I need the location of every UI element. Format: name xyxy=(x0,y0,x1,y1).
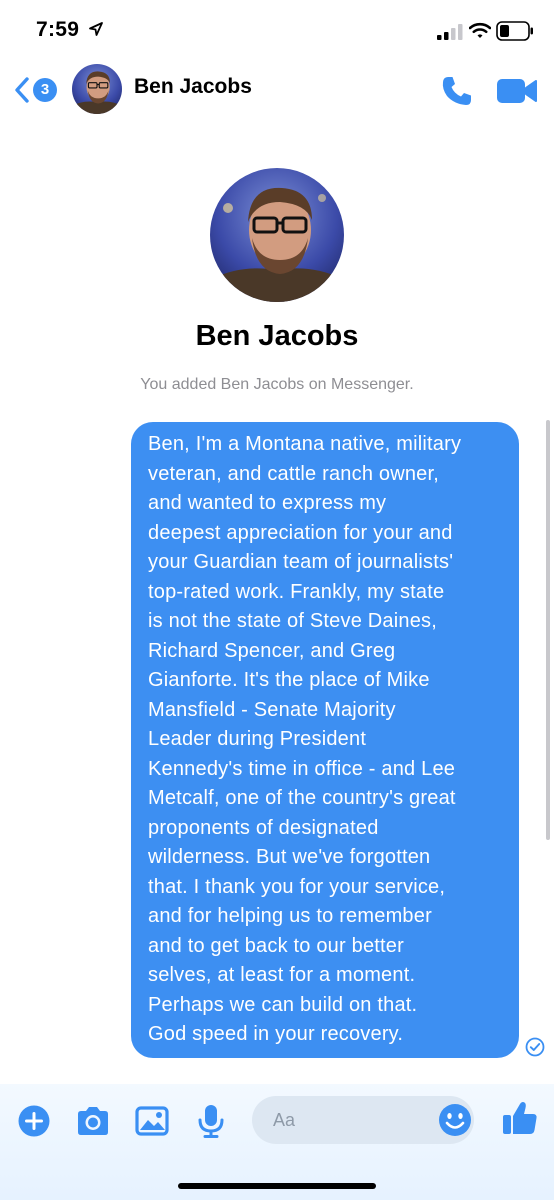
message-text-line: Mansfield - Senate Majority xyxy=(148,698,396,721)
message-text-line: God speed in your recovery. xyxy=(148,1023,404,1045)
avatar-photo xyxy=(210,168,344,302)
back-button[interactable]: 3 xyxy=(14,74,60,106)
like-button[interactable] xyxy=(502,1100,538,1136)
message-text-line: is not the state of Steve Daines, xyxy=(148,610,437,632)
added-on-messenger-note: You added Ben Jacobs on Messenger. xyxy=(140,376,414,393)
emoji-icon xyxy=(439,1104,471,1136)
outgoing-message-bubble[interactable]: Ben, I'm a Montana native, military veter… xyxy=(131,422,519,1058)
phone-icon xyxy=(442,77,471,105)
sent-check-icon xyxy=(525,1037,545,1057)
contact-avatar[interactable] xyxy=(72,64,122,114)
message-text-line: that. I thank you for your service, xyxy=(148,875,446,898)
message-text-line: deepest appreciation for your and xyxy=(148,521,453,544)
thumbs-up-icon xyxy=(503,1102,537,1134)
microphone-icon xyxy=(198,1105,224,1138)
plus-icon xyxy=(18,1105,50,1137)
message-text-line: and for helping us to remember xyxy=(148,905,432,927)
gallery-button[interactable] xyxy=(134,1104,170,1138)
message-text-line: and wanted to express my xyxy=(148,492,387,514)
conversation-header: 3 Ben Jacobs xyxy=(0,60,554,120)
message-text-line: Richard Spencer, and Greg xyxy=(148,639,396,662)
message-text-line: veteran, and cattle ranch owner, xyxy=(148,462,440,485)
more-actions-button[interactable] xyxy=(17,1104,53,1138)
avatar-photo xyxy=(72,64,122,114)
message-text-line: top-rated work. Frankly, my state xyxy=(148,580,445,603)
message-text-line: Perhaps we can build on that. xyxy=(148,993,418,1016)
message-text-line: Kennedy's time in office - and Lee xyxy=(148,757,456,780)
message-text-line: proponents of designated xyxy=(148,816,379,839)
message-text-line: Metcalf, one of the country's great xyxy=(148,787,456,809)
gallery-icon xyxy=(135,1106,169,1136)
home-indicator[interactable] xyxy=(178,1183,376,1189)
camera-icon xyxy=(78,1107,108,1135)
message-text-line: and to get back to our better xyxy=(148,934,404,957)
back-chevron-icon xyxy=(15,77,29,103)
scrollbar[interactable] xyxy=(546,420,550,840)
voice-message-button[interactable] xyxy=(193,1104,229,1138)
emoji-button[interactable] xyxy=(438,1103,472,1137)
battery-icon xyxy=(496,21,533,41)
wifi-icon xyxy=(469,22,491,38)
cellular-signal-icon xyxy=(437,24,463,40)
message-text-line: Ben, I'm a Montana native, military xyxy=(148,433,462,455)
contact-name[interactable]: Ben Jacobs xyxy=(134,75,252,99)
message-text-line: Leader during President xyxy=(148,728,367,750)
profile-name: Ben Jacobs xyxy=(195,320,359,352)
location-arrow-icon xyxy=(89,22,103,36)
profile-avatar[interactable] xyxy=(210,168,344,302)
message-text-line: your Guardian team of journalists' xyxy=(148,551,454,573)
message-text-line: Gianforte. It's the place of Mike xyxy=(148,669,430,691)
message-text-line: selves, at least for a moment. xyxy=(148,964,416,986)
video-camera-icon xyxy=(497,79,537,103)
video-call-button[interactable] xyxy=(496,76,538,106)
status-time: 7:59 xyxy=(36,18,80,41)
voice-call-button[interactable] xyxy=(440,74,474,108)
camera-button[interactable] xyxy=(75,1104,111,1138)
unread-count-badge: 3 xyxy=(33,78,57,102)
status-bar: 7:59 xyxy=(0,0,554,60)
message-text-line: wilderness. But we've forgotten xyxy=(148,846,431,868)
